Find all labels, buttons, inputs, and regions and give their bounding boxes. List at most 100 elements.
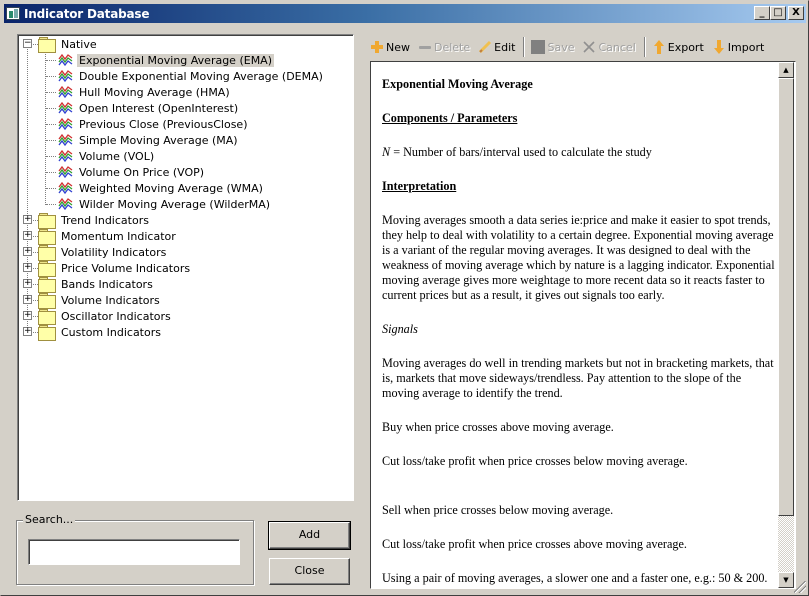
tree-label: Bands Indicators: [61, 277, 153, 291]
tree-folder[interactable]: + Volatility Indicators: [18, 244, 168, 261]
cancel-label: Cancel: [598, 40, 636, 54]
pair-rule: Using a pair of moving averages, a slowe…: [382, 571, 768, 585]
expand-icon[interactable]: +: [23, 295, 32, 304]
scrollbar-thumb[interactable]: [778, 78, 794, 516]
folder-icon: [38, 213, 56, 229]
expand-icon[interactable]: +: [23, 279, 32, 288]
tree-label: Volume On Price (VOP): [79, 165, 205, 179]
export-button[interactable]: Export: [652, 37, 704, 57]
add-button[interactable]: Add: [268, 521, 351, 550]
buy-rule: Buy when price crosses above moving aver…: [382, 420, 614, 434]
tree-folder[interactable]: + Momentum Indicator: [18, 228, 178, 245]
tree-label: Volume (VOL): [79, 149, 155, 163]
indicator-tree[interactable]: − Native Exponential Moving Average (EMA…: [17, 34, 354, 501]
tree-item-indicator[interactable]: Open Interest (OpenInterest): [18, 100, 240, 116]
close-button[interactable]: Close: [269, 558, 350, 585]
indicator-icon: [58, 165, 74, 179]
tree-folder[interactable]: + Oscillator Indicators: [18, 308, 173, 325]
folder-icon: [38, 325, 56, 341]
tree-item-indicator[interactable]: Volume (VOL): [18, 148, 156, 164]
tree-item-indicator[interactable]: Exponential Moving Average (EMA): [18, 52, 274, 68]
title-bar[interactable]: Indicator Database _ □ X: [4, 4, 806, 23]
tree-label: Trend Indicators: [61, 213, 149, 227]
edit-button[interactable]: Edit: [478, 37, 515, 57]
tree-item-indicator[interactable]: Previous Close (PreviousClose): [18, 116, 249, 132]
app-icon: [6, 7, 20, 20]
expand-icon[interactable]: +: [23, 231, 32, 240]
signals-text: Moving averages do well in trending mark…: [382, 356, 774, 400]
expand-icon[interactable]: +: [23, 263, 32, 272]
parameter-line: N = Number of bars/interval used to calc…: [382, 145, 777, 160]
scroll-up-button[interactable]: ▲: [778, 62, 794, 78]
tree-label: Exponential Moving Average (EMA): [77, 53, 274, 67]
indicator-icon: [58, 181, 74, 195]
indicator-icon: [58, 197, 74, 211]
indicator-icon: [58, 69, 74, 83]
folder-icon: [38, 37, 56, 53]
tree-folder[interactable]: + Custom Indicators: [18, 324, 163, 341]
tree-label: Momentum Indicator: [61, 229, 176, 243]
search-input[interactable]: [28, 539, 240, 565]
expand-icon[interactable]: +: [23, 327, 32, 336]
tree-folder[interactable]: + Price Volume Indicators: [18, 260, 192, 277]
tree-label: Hull Moving Average (HMA): [79, 85, 230, 99]
param-text: = Number of bars/interval used to calcul…: [390, 145, 652, 159]
tree-item-indicator[interactable]: Double Exponential Moving Average (DEMA): [18, 68, 325, 84]
indicator-icon: [58, 101, 74, 115]
tree-folder[interactable]: + Trend Indicators: [18, 212, 151, 229]
tree-label: Double Exponential Moving Average (DEMA): [79, 69, 323, 83]
tree-label: Open Interest (OpenInterest): [79, 101, 239, 115]
tree-item-indicator[interactable]: Wilder Moving Average (WilderMA): [18, 196, 272, 212]
expand-icon[interactable]: +: [23, 215, 32, 224]
new-button[interactable]: New: [370, 37, 410, 57]
folder-icon: [38, 229, 56, 245]
arrow-down-icon: [712, 40, 726, 54]
tree-item-indicator[interactable]: Simple Moving Average (MA): [18, 132, 240, 148]
tree-item-indicator[interactable]: Hull Moving Average (HMA): [18, 84, 232, 100]
tree-folder-native[interactable]: − Native: [18, 36, 99, 53]
expand-icon[interactable]: +: [23, 247, 32, 256]
description-panel[interactable]: Exponential Moving Average Components / …: [370, 61, 796, 589]
maximize-button[interactable]: □: [770, 6, 786, 20]
plus-icon: [370, 40, 384, 54]
folder-icon: [38, 261, 56, 277]
tree-item-indicator[interactable]: Weighted Moving Average (WMA): [18, 180, 265, 196]
interpretation-heading: Interpretation: [382, 179, 457, 193]
indicator-icon: [58, 149, 74, 163]
save-button[interactable]: Save: [531, 37, 574, 57]
tree-folder[interactable]: + Volume Indicators: [18, 292, 162, 309]
tree-label: Oscillator Indicators: [61, 309, 171, 323]
indicator-icon: [58, 85, 74, 99]
window-title: Indicator Database: [24, 6, 150, 21]
minimize-button[interactable]: _: [754, 6, 770, 20]
folder-icon: [38, 293, 56, 309]
arrow-up-icon: [652, 40, 666, 54]
new-label: New: [386, 40, 410, 54]
tree-label: Wilder Moving Average (WilderMA): [79, 197, 271, 211]
tree-label: Weighted Moving Average (WMA): [79, 181, 263, 195]
tree-folder[interactable]: + Bands Indicators: [18, 276, 155, 293]
scroll-down-button[interactable]: ▼: [778, 572, 794, 588]
tree-label: Price Volume Indicators: [61, 261, 191, 275]
import-button[interactable]: Import: [712, 37, 765, 57]
interpretation-text: Moving averages smooth a data series ie:…: [382, 213, 775, 302]
folder-icon: [38, 309, 56, 325]
vertical-scrollbar[interactable]: ▲ ▼: [778, 62, 794, 588]
param-symbol: N: [382, 145, 391, 159]
delete-button[interactable]: Delete: [418, 37, 470, 57]
expand-icon[interactable]: +: [23, 311, 32, 320]
folder-icon: [38, 245, 56, 261]
tree-label: Volatility Indicators: [61, 245, 167, 259]
export-label: Export: [667, 40, 704, 54]
tree-label: Previous Close (PreviousClose): [79, 117, 248, 131]
import-label: Import: [727, 40, 765, 54]
toolbar-separator: [523, 37, 526, 57]
minus-icon: [418, 40, 432, 54]
sell-exit-rule: Cut loss/take profit when price crosses …: [382, 537, 687, 551]
collapse-icon[interactable]: −: [23, 39, 32, 48]
tree-label: Custom Indicators: [61, 325, 161, 339]
tree-item-indicator[interactable]: Volume On Price (VOP): [18, 164, 206, 180]
resize-grip[interactable]: [794, 581, 806, 593]
close-window-button[interactable]: X: [788, 6, 804, 20]
cancel-button[interactable]: Cancel: [582, 37, 636, 57]
